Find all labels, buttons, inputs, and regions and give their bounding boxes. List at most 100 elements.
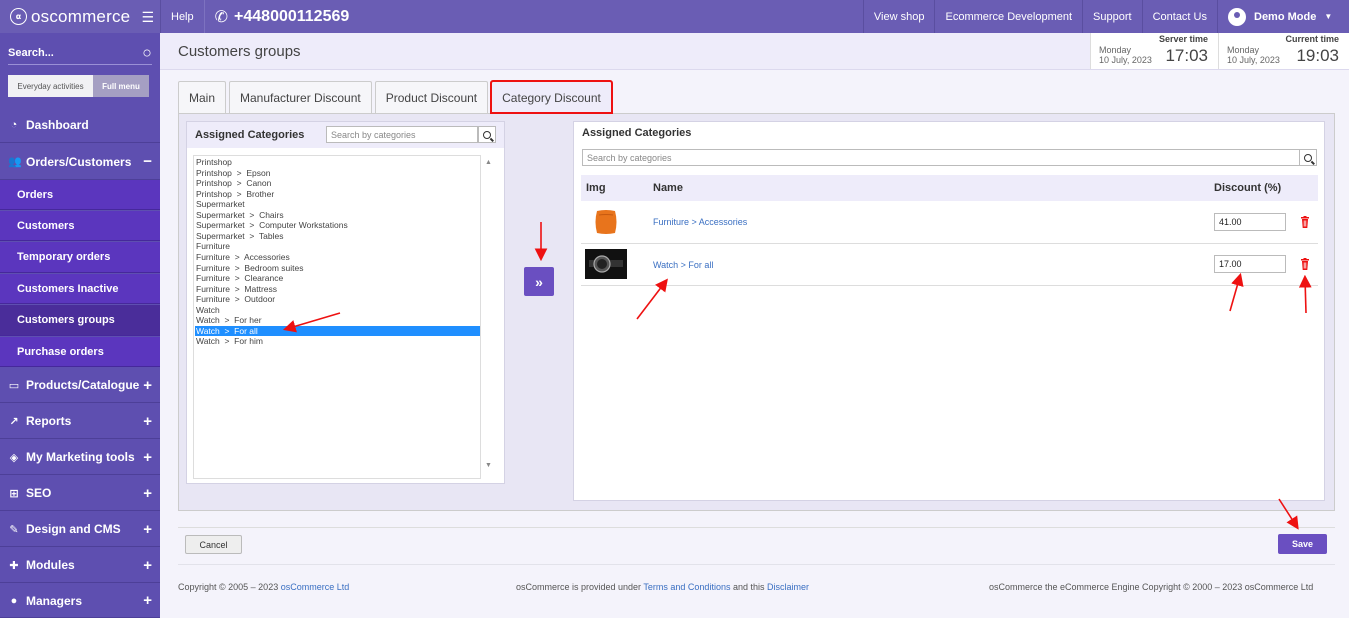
disclaimer-link[interactable]: Disclaimer xyxy=(767,582,809,592)
help-link[interactable]: Help xyxy=(160,0,205,33)
sidebar-item-label: My Marketing tools xyxy=(26,450,135,464)
tab-main[interactable]: Main xyxy=(178,81,227,113)
plus-icon: + xyxy=(143,412,152,430)
server-clock: 17:03 xyxy=(1165,46,1208,65)
scroll-down-icon[interactable]: ▼ xyxy=(485,462,492,469)
logo-mark-icon: ⍺ xyxy=(10,8,27,25)
ecommerce-development-link[interactable]: Ecommerce Development xyxy=(934,0,1082,33)
action-bar xyxy=(178,527,1335,565)
scroll-up-icon[interactable]: ▲ xyxy=(485,159,492,166)
server-date: Monday 10 July, 2023 xyxy=(1099,45,1152,65)
category-option[interactable]: Supermarket > Tables xyxy=(195,231,480,242)
trash-icon[interactable] xyxy=(1300,258,1310,270)
sidebar-item-label: Products/Catalogue xyxy=(26,378,140,392)
discount-input[interactable]: 17.00 xyxy=(1214,255,1286,273)
category-option[interactable]: Supermarket xyxy=(195,199,480,210)
category-option[interactable]: Furniture > Bedroom suites xyxy=(195,263,480,274)
sidebar-item-modules[interactable]: ✚ Modules + xyxy=(0,548,160,583)
category-option[interactable]: Furniture > Outdoor xyxy=(195,294,480,305)
server-time-label: Server time xyxy=(1158,34,1208,44)
category-option[interactable]: Furniture > Mattress xyxy=(195,284,480,295)
phone-link[interactable]: ✆ +448000112569 xyxy=(205,7,350,27)
available-categories-title: Assigned Categories xyxy=(195,129,305,141)
sidebar-item-seo[interactable]: ⊞ SEO + xyxy=(0,476,160,511)
category-option[interactable]: Printshop xyxy=(195,157,480,168)
contact-us-link[interactable]: Contact Us xyxy=(1141,0,1217,33)
category-option[interactable]: Watch > For him xyxy=(195,336,480,347)
logo[interactable]: ⍺ oscommerce ☰ xyxy=(0,0,160,33)
engine-copyright-text: osCommerce the eCommerce Engine Copyrigh… xyxy=(989,582,1314,592)
dashboard-icon: ◔ xyxy=(10,119,18,131)
hamburger-icon[interactable]: ☰ xyxy=(141,9,154,26)
chevron-down-icon: ▼ xyxy=(1324,12,1333,21)
category-option[interactable]: Printshop > Canon xyxy=(195,178,480,189)
search-icon xyxy=(483,130,491,139)
double-chevron-right-icon: » xyxy=(535,273,543,290)
sidebar-sub-customers[interactable]: Customers xyxy=(0,211,160,241)
phone-number: +448000112569 xyxy=(234,7,350,25)
sidebar-sub-temporary-orders[interactable]: Temporary orders xyxy=(0,242,160,273)
left-search-button[interactable] xyxy=(478,126,496,143)
category-option[interactable]: Furniture > Accessories xyxy=(195,252,480,263)
sidebar-item-dashboard[interactable]: ◔ Dashboard xyxy=(0,108,160,143)
category-option[interactable]: Supermarket > Computer Workstations xyxy=(195,220,480,231)
category-option[interactable]: Watch > For her xyxy=(195,315,480,326)
sidebar-sub-customers-inactive[interactable]: Customers Inactive xyxy=(0,274,160,304)
category-option[interactable]: Furniture xyxy=(195,241,480,252)
tab-manufacturer-discount[interactable]: Manufacturer Discount xyxy=(229,81,372,113)
left-category-search-input[interactable]: Search by categories xyxy=(326,126,478,143)
category-option[interactable]: Supermarket > Chairs xyxy=(195,210,480,221)
avatar xyxy=(1228,7,1246,26)
logo-text: oscommerce xyxy=(31,6,131,26)
oscommerce-link[interactable]: osCommerce Ltd xyxy=(281,582,350,592)
mode-full-button[interactable]: Full menu xyxy=(93,75,149,97)
sidebar-item-reports[interactable]: ↗ Reports + xyxy=(0,404,160,439)
sidebar-sub-purchase-orders[interactable]: Purchase orders xyxy=(0,337,160,367)
sidebar-item-products-catalogue[interactable]: ▭ Products/Catalogue + xyxy=(0,368,160,403)
category-list[interactable]: Printshop Printshop > Epson Printshop > Ca… xyxy=(193,155,481,479)
category-link[interactable]: Watch > For all xyxy=(653,260,713,270)
sidebar-item-design-cms[interactable]: ✎ Design and CMS + xyxy=(0,512,160,547)
sidebar-search[interactable]: Search... xyxy=(8,41,152,65)
sidebar-item-orders-customers[interactable]: 👥 Orders/Customers − xyxy=(0,144,160,180)
user-menu[interactable]: Demo Mode ▼ xyxy=(1217,0,1349,33)
category-link[interactable]: Furniture > Accessories xyxy=(653,217,747,227)
category-option[interactable]: Watch > For all xyxy=(195,325,480,337)
tab-category-discount[interactable]: Category Discount xyxy=(490,80,613,114)
sidebar-item-label: Orders/Customers xyxy=(26,154,132,169)
terms-link[interactable]: Terms and Conditions xyxy=(643,582,730,592)
support-link[interactable]: Support xyxy=(1082,0,1142,33)
category-option[interactable]: Printshop > Brother xyxy=(195,189,480,200)
tab-product-discount[interactable]: Product Discount xyxy=(374,81,489,113)
brush-icon: ✎ xyxy=(9,523,19,536)
view-shop-link[interactable]: View shop xyxy=(862,0,935,33)
column-name: Name xyxy=(653,182,683,194)
mode-everyday-button[interactable]: Everyday activities xyxy=(8,75,93,97)
save-button[interactable]: Save xyxy=(1278,534,1327,554)
sidebar-sub-orders[interactable]: Orders xyxy=(0,180,160,210)
minus-icon: − xyxy=(143,153,152,170)
sidebar-item-label: Dashboard xyxy=(26,118,89,132)
assign-category-button[interactable]: » xyxy=(524,267,554,296)
sidebar-item-managers[interactable]: ● Managers + xyxy=(0,584,160,618)
sidebar-item-label: Managers xyxy=(26,593,83,608)
search-icon[interactable] xyxy=(143,49,151,56)
cancel-button[interactable]: Cancel xyxy=(185,535,242,554)
current-time-box: Current time Monday 10 July, 2023 19:03 xyxy=(1218,33,1349,69)
phone-icon: ✆ xyxy=(214,8,229,26)
right-category-search-input[interactable]: Search by categories xyxy=(582,149,1300,166)
category-option[interactable]: Furniture > Clearance xyxy=(195,273,480,284)
category-option[interactable]: Watch xyxy=(195,305,480,316)
puzzle-icon: ✚ xyxy=(9,559,19,572)
plus-icon: + xyxy=(143,592,152,609)
user-name: Demo Mode xyxy=(1254,10,1317,23)
sidebar-item-marketing-tools[interactable]: ◈ My Marketing tools + xyxy=(0,440,160,475)
discount-input[interactable]: 41.00 xyxy=(1214,213,1286,231)
right-search-button[interactable] xyxy=(1299,149,1317,166)
trash-icon[interactable] xyxy=(1300,216,1310,228)
sidebar-sub-customers-groups[interactable]: Customers groups xyxy=(0,305,160,336)
sidebar-item-label: Modules xyxy=(26,558,75,572)
category-option[interactable]: Printshop > Epson xyxy=(195,168,480,179)
sidebar-search-input[interactable]: Search... xyxy=(8,47,54,59)
current-time-label: Current time xyxy=(1285,34,1339,44)
